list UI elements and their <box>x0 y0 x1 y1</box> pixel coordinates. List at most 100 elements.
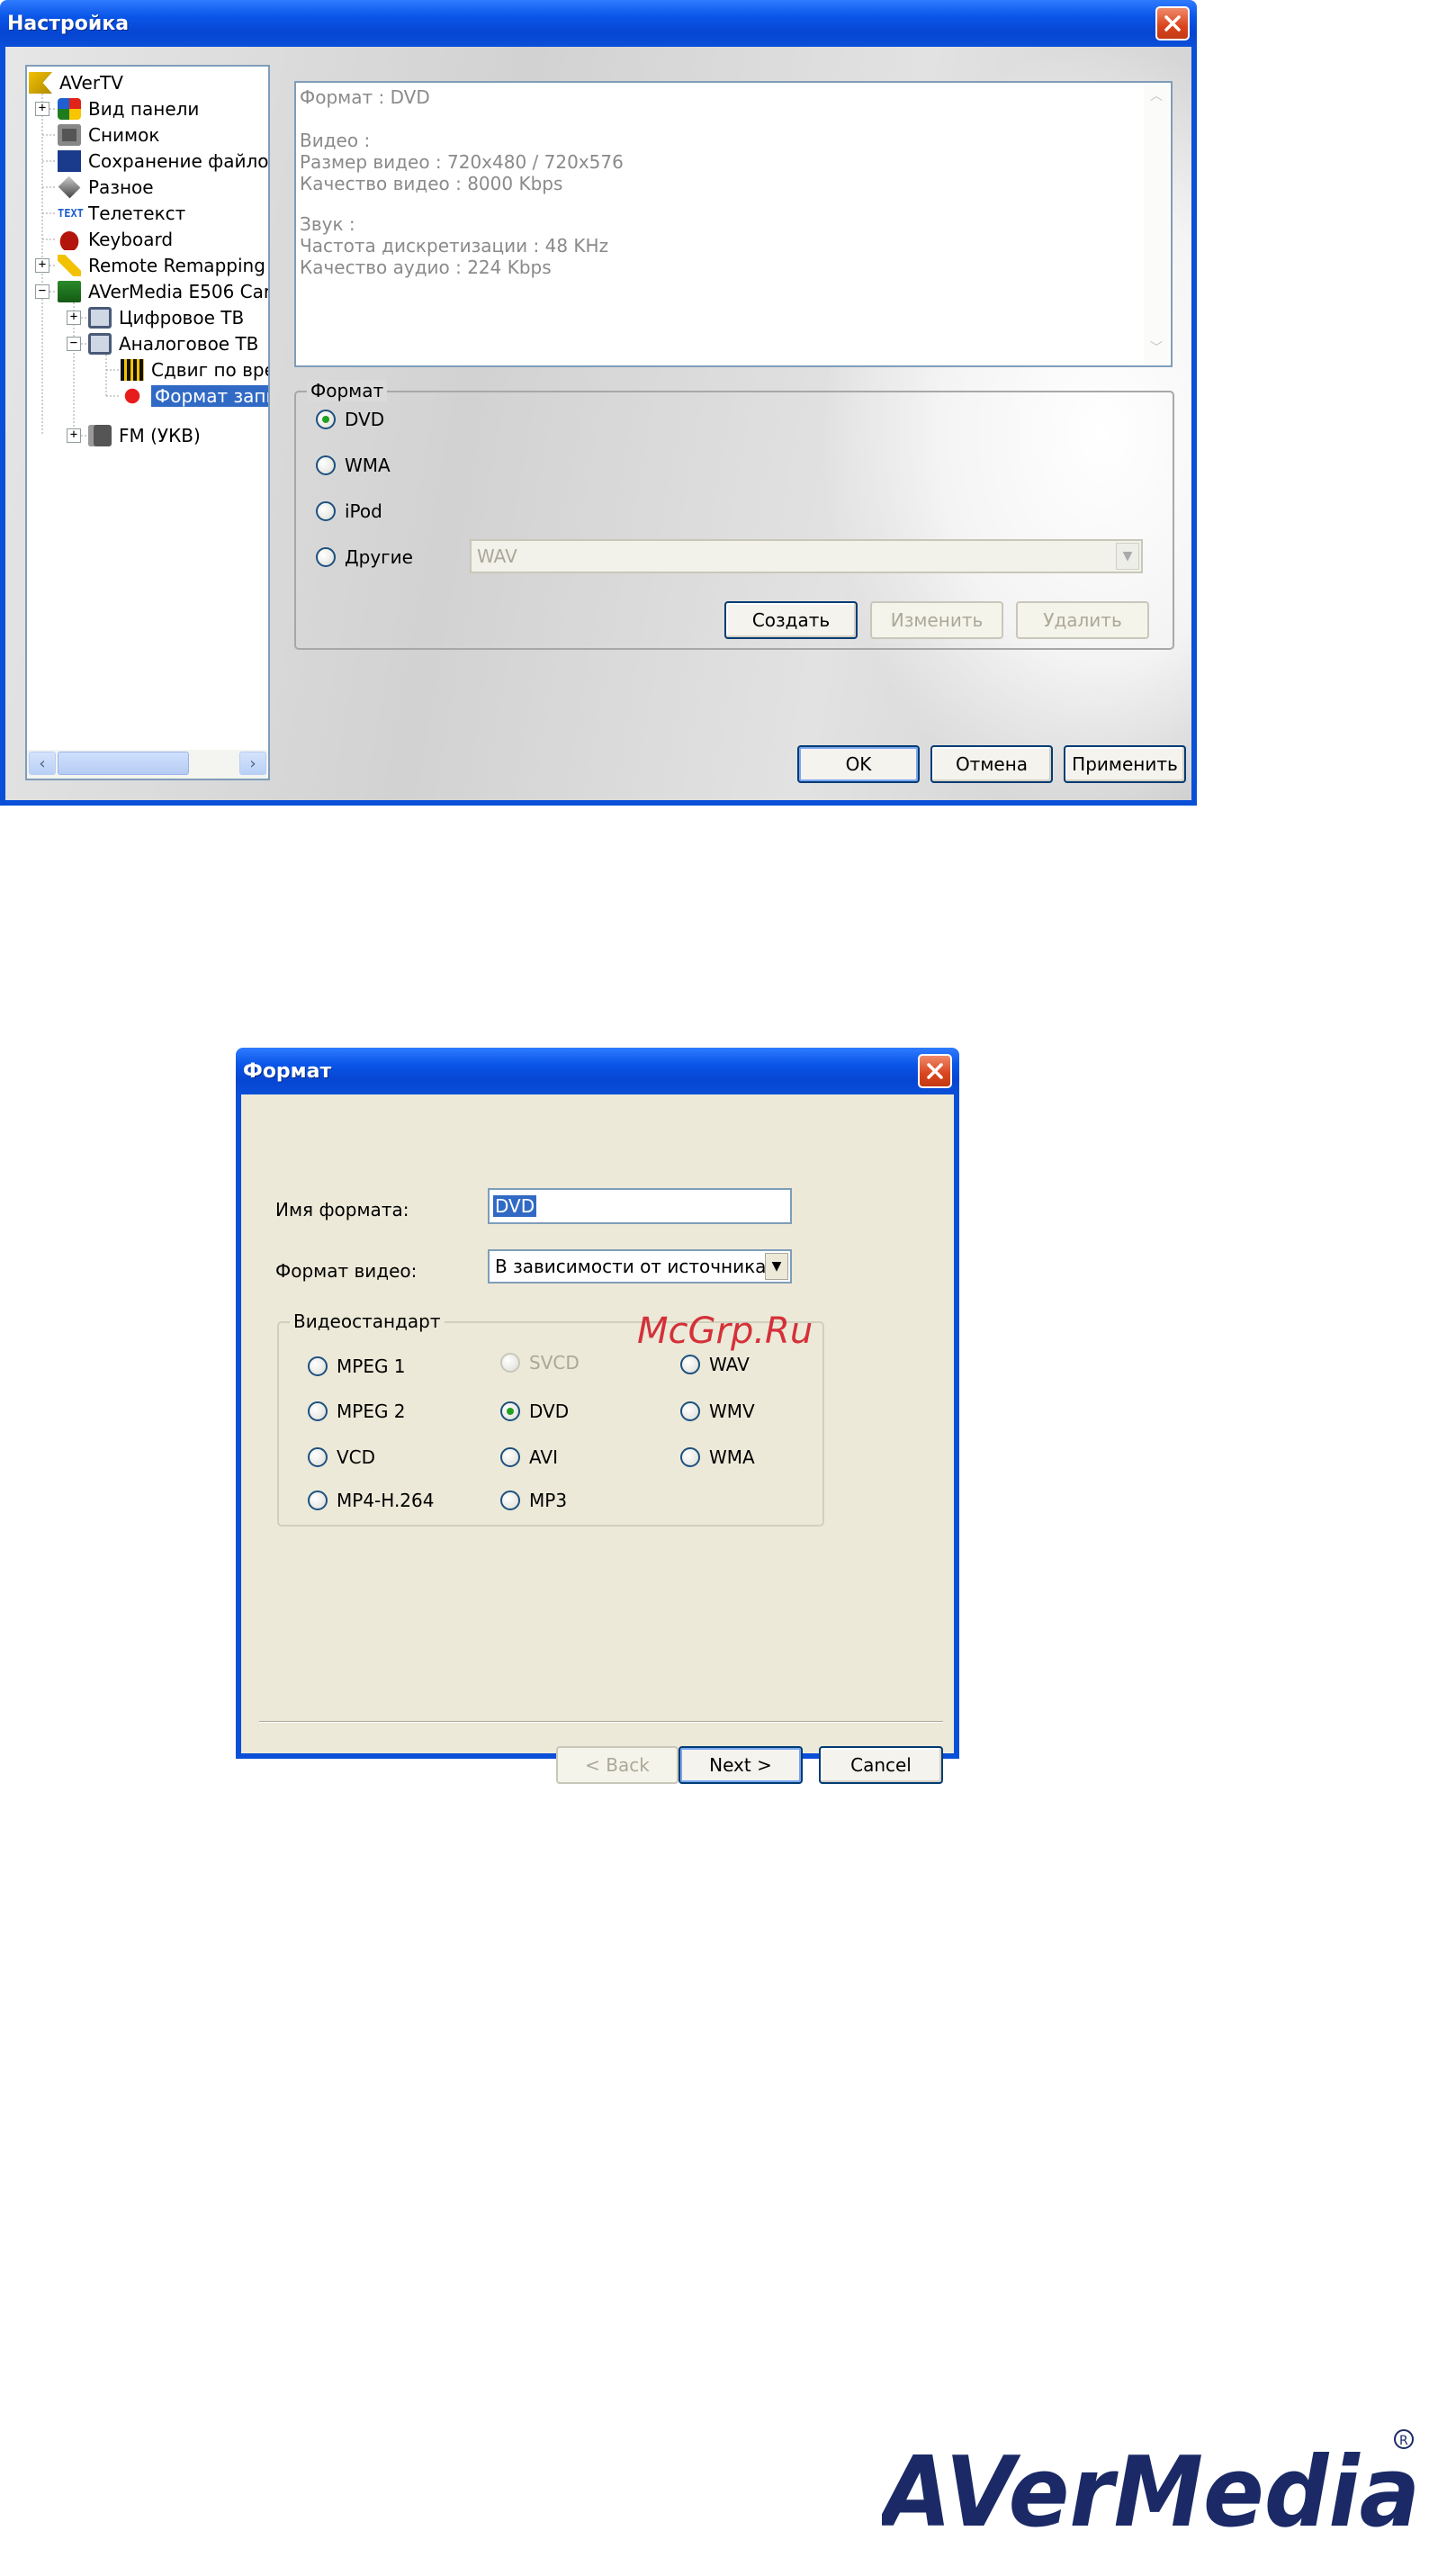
create-button[interactable]: Создать <box>724 601 858 639</box>
scroll-right-arrow-icon[interactable]: › <box>239 752 266 775</box>
delete-button[interactable]: Удалить <box>1016 601 1149 639</box>
radio-dvd-standard[interactable]: DVD <box>500 1401 569 1422</box>
tree-expander-digital[interactable]: + <box>67 311 81 325</box>
tree-expander-card[interactable]: − <box>35 284 49 299</box>
radio-mpeg1[interactable]: MPEG 1 <box>308 1356 406 1377</box>
radio-vcd-circle[interactable] <box>308 1447 328 1467</box>
cancel-button[interactable]: Отмена <box>930 745 1053 783</box>
tree-item-remote-remapping[interactable]: Remote Remapping <box>58 253 265 278</box>
radio-wma[interactable]: WMA <box>316 455 391 476</box>
radio-mp3-circle[interactable] <box>500 1491 520 1510</box>
tree-item-teletext[interactable]: TEXT Телетекст <box>58 201 185 226</box>
format-dialog: Формат Имя формата: DVD Формат видео: В … <box>236 1048 959 1784</box>
radio-mpeg1-circle[interactable] <box>308 1356 328 1376</box>
dialog-cancel-button[interactable]: Cancel <box>819 1746 943 1784</box>
radio-wma-circle[interactable] <box>316 455 336 475</box>
fm-radio-icon <box>88 425 112 446</box>
radio-vcd[interactable]: VCD <box>308 1446 375 1468</box>
radio-wmv-circle[interactable] <box>680 1401 700 1421</box>
tree-item-avertv[interactable]: AVerTV <box>29 70 123 95</box>
radio-ipod[interactable]: iPod <box>316 500 382 522</box>
tree-item-panel-view[interactable]: Вид панели <box>58 96 199 122</box>
info-video-size: Размер видео : 720x480 / 720x576 <box>300 151 624 173</box>
tree-item-timeshift[interactable]: Сдвиг по времени <box>121 357 268 383</box>
tree-expander-panel[interactable]: + <box>35 102 49 116</box>
svg-text:AVerMedia: AVerMedia <box>882 2436 1420 2549</box>
radio-other-circle[interactable] <box>316 547 336 567</box>
settings-body: + + − + − + AVerTV Вид панели Снимок Сох… <box>5 47 1191 800</box>
scroll-down-arrow-icon[interactable]: ﹀ <box>1146 338 1167 362</box>
radio-dvd-standard-circle[interactable] <box>500 1401 520 1421</box>
scroll-thumb[interactable] <box>58 752 189 775</box>
info-format: Формат : DVD <box>300 86 430 108</box>
apply-button[interactable]: Применить <box>1064 745 1186 783</box>
snapshot-icon <box>58 124 81 146</box>
tree-item-snapshot[interactable]: Снимок <box>58 122 159 148</box>
info-audio-header: Звук : <box>300 213 355 235</box>
close-icon[interactable] <box>1155 6 1190 41</box>
radio-avi[interactable]: AVI <box>500 1446 558 1468</box>
ok-button[interactable]: OK <box>797 745 920 783</box>
info-sample-rate: Частота дискретизации : 48 KHz <box>300 235 609 257</box>
scroll-left-arrow-icon[interactable]: ‹ <box>29 752 56 775</box>
radio-mpeg2-circle[interactable] <box>308 1401 328 1421</box>
tree-item-save-files[interactable]: Сохранение файлов <box>58 149 268 174</box>
radio-wmv[interactable]: WMV <box>680 1401 755 1422</box>
tree-horizontal-scrollbar[interactable]: ‹ › <box>27 750 268 779</box>
svg-text:R: R <box>1399 2434 1408 2448</box>
next-button[interactable]: Next > <box>679 1746 803 1784</box>
tree-item-keyboard[interactable]: Keyboard <box>58 227 173 252</box>
tree-expander-fm[interactable]: + <box>67 428 81 443</box>
settings-tree[interactable]: + + − + − + AVerTV Вид панели Снимок Сох… <box>25 65 270 780</box>
format-dialog-titlebar[interactable]: Формат <box>236 1048 959 1094</box>
teletext-icon: TEXT <box>58 207 84 220</box>
digital-tv-icon <box>88 307 112 329</box>
video-format-chevron-down-icon[interactable]: ▼ <box>765 1253 788 1280</box>
radio-wma-standard[interactable]: WMA <box>680 1446 755 1468</box>
radio-wma-standard-circle[interactable] <box>680 1447 700 1467</box>
tree-expander-remote[interactable]: + <box>35 258 49 273</box>
radio-ipod-circle[interactable] <box>316 501 336 521</box>
tree-item-digital-tv[interactable]: Цифровое ТВ <box>88 305 244 330</box>
remote-icon <box>58 255 81 276</box>
info-video-quality: Качество видео : 8000 Kbps <box>300 173 563 194</box>
back-button[interactable]: < Back <box>556 1746 679 1784</box>
edit-button[interactable]: Изменить <box>870 601 1003 639</box>
keyboard-icon <box>58 229 81 250</box>
radio-mp3[interactable]: MP3 <box>500 1490 567 1511</box>
info-audio-quality: Качество аудио : 224 Kbps <box>300 257 552 278</box>
info-vertical-scrollbar[interactable]: ︿ ﹀ <box>1144 85 1169 364</box>
tree-item-fm[interactable]: FM (УКВ) <box>88 423 201 448</box>
chevron-down-icon[interactable]: ▼ <box>1116 543 1139 570</box>
format-info-box: Формат : DVD Видео : Размер видео : 720x… <box>294 81 1173 367</box>
radio-mp4[interactable]: MP4-H.264 <box>308 1490 434 1511</box>
radio-avi-circle[interactable] <box>500 1447 520 1467</box>
radio-wav[interactable]: WAV <box>680 1354 750 1375</box>
tree-item-record-format[interactable]: Формат записи <box>121 383 268 409</box>
tree-item-analog-tv[interactable]: Аналоговое ТВ <box>88 331 258 356</box>
radio-svcd-circle[interactable] <box>500 1353 520 1373</box>
other-format-select[interactable]: WAV ▼ <box>470 539 1143 573</box>
tree-expander-analog[interactable]: − <box>67 337 81 351</box>
radio-mp4-circle[interactable] <box>308 1491 328 1510</box>
avermedia-logo-graphic: AVerMedia R <box>876 2429 1420 2549</box>
radio-mpeg2[interactable]: MPEG 2 <box>308 1401 406 1422</box>
dialog-close-icon[interactable] <box>918 1054 952 1088</box>
video-format-label: Формат видео: <box>275 1260 418 1282</box>
radio-dvd-circle[interactable] <box>316 410 336 429</box>
save-files-icon <box>58 150 81 172</box>
format-group-label: Формат <box>307 380 388 401</box>
record-format-icon <box>121 385 144 407</box>
radio-svcd[interactable]: SVCD <box>500 1352 580 1374</box>
avertv-icon <box>29 72 52 94</box>
scroll-up-arrow-icon[interactable]: ︿ <box>1146 86 1167 110</box>
video-format-select[interactable]: В зависимости от источника ▼ <box>488 1249 792 1283</box>
format-dialog-body: Имя формата: DVD Формат видео: В зависим… <box>241 1094 954 1784</box>
settings-titlebar[interactable]: Настройка <box>0 0 1197 47</box>
radio-dvd[interactable]: DVD <box>316 409 384 430</box>
format-name-input[interactable]: DVD <box>488 1188 792 1224</box>
radio-wav-circle[interactable] <box>680 1355 700 1374</box>
tree-item-card[interactable]: AVerMedia E506 Card <box>58 279 268 304</box>
tree-item-misc[interactable]: Разное <box>58 175 154 200</box>
radio-other[interactable]: Другие <box>316 546 413 568</box>
